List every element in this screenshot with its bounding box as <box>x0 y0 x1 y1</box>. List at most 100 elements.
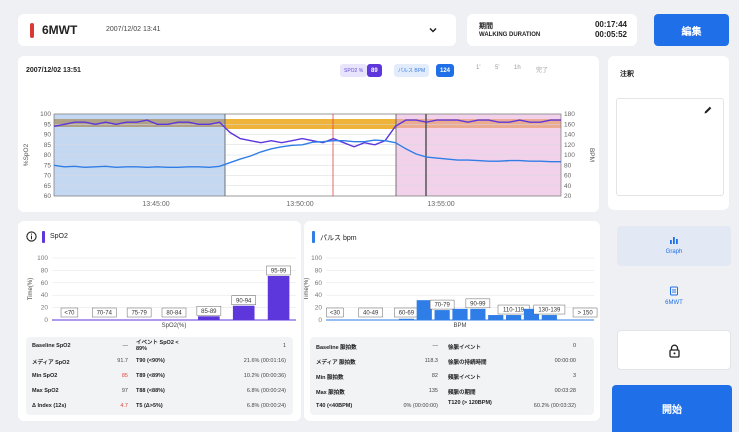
stat-value: 00:03:28 <box>554 388 576 394</box>
y-tick-label: 60 <box>44 193 52 200</box>
stat-value: 10.2% (00:00:36) <box>243 373 286 379</box>
stat-value: 118.3 <box>424 358 438 364</box>
start-button[interactable]: 開始 <box>612 385 732 432</box>
y-tick-label: 100 <box>37 255 48 262</box>
y-tick-label: 40 <box>41 292 49 299</box>
stat-label: メディア SpO2 <box>32 360 70 366</box>
y-tick-label: 100 <box>40 111 51 118</box>
bin-label: 95-99 <box>271 269 287 275</box>
pulse-stats: Baseline 脈拍数 — メディア 脈拍数 118.3 Min 脈拍数 82 Max 脈… <box>310 337 594 415</box>
bin-label: 70-79 <box>434 303 450 309</box>
y2-tick-label: 60 <box>564 173 572 180</box>
y-axis-label: %SpO2 <box>23 143 30 166</box>
bin-label: 80-84 <box>166 311 182 317</box>
histogram-bar <box>416 300 432 320</box>
bar-chart-icon <box>670 237 678 244</box>
y-axis-label: Time(%) <box>28 278 34 300</box>
list-icon <box>670 286 678 296</box>
pulse-histogram-card: パルス bpm 100 80 60 40 20 0 <30 40-49 60-69 70-79 90… <box>304 221 600 421</box>
stat-label: Max 脈拍数 <box>316 390 345 396</box>
trend-chart-card: 2007/12/02 13:51 SPO2 % 89 パルス BPM 124 1… <box>18 56 599 212</box>
stat-label: Δ Index (12s) <box>32 403 67 409</box>
histogram-bar <box>232 305 255 320</box>
bin-label: 60-69 <box>399 311 415 317</box>
y2-tick-label: 40 <box>564 183 572 190</box>
y-tick-label: 80 <box>41 267 49 274</box>
bin-label: > 150 <box>577 311 593 317</box>
stat-value: 6.8% (00:00:24) <box>246 388 286 394</box>
y-tick-label: 90 <box>44 132 52 139</box>
graph-view-button[interactable]: Graph <box>617 226 731 266</box>
histogram-bar <box>541 315 557 320</box>
y-tick-label: 75 <box>44 162 52 169</box>
stat-value: 85 <box>121 373 128 379</box>
notes-title: 注釈 <box>620 71 634 78</box>
histogram-bar <box>434 310 450 320</box>
spo2-histogram: 100 80 60 40 20 0 <70 70-74 75-79 80-84 85-89 90-94… <box>28 255 296 329</box>
spo2-stats: Baseline SpO2 — メディア SpO2 91.7 Min SpO2 85 Max… <box>26 337 293 415</box>
stat-label: T88 (<88%) <box>136 388 165 394</box>
bin-label: 85-89 <box>201 309 217 315</box>
duration-panel: 期間 WALKING DURATION 00:17:44 00:05:52 <box>467 14 637 46</box>
stat-label: T90 (<90%) <box>136 358 165 364</box>
y2-tick-label: 100 <box>564 152 575 159</box>
y-axis-label: Time(%) <box>304 278 310 300</box>
stat-value: 4.7 <box>120 403 128 409</box>
x-tick-label: 13:50:00 <box>286 201 313 208</box>
stat-value: 3 <box>572 373 576 379</box>
y-tick-label: 80 <box>44 152 52 159</box>
stat-value: 82 <box>431 373 438 379</box>
stat-label: Max SpO2 <box>32 388 59 394</box>
y-tick-label: 80 <box>315 267 323 274</box>
y-tick-label: 95 <box>44 121 52 128</box>
x-tick-label: 13:45:00 <box>142 201 169 208</box>
y-tick-label: 65 <box>44 183 52 190</box>
stat-label: イベント SpO2 < 89% <box>136 340 179 352</box>
y-tick-label: 0 <box>318 317 322 324</box>
test-title: 6MWT <box>42 23 78 37</box>
6mwt-view-button[interactable]: 6MWT <box>617 277 731 317</box>
y-tick-label: 100 <box>311 255 322 262</box>
stat-value: 00:00:00 <box>554 358 576 364</box>
lock-button[interactable] <box>617 330 731 370</box>
bin-label: <30 <box>330 311 341 317</box>
histogram-bar <box>198 316 220 320</box>
stat-label: Baseline SpO2 <box>32 343 71 349</box>
x-axis-label: BPM <box>453 323 466 329</box>
lock-icon <box>669 344 680 358</box>
pulse-histogram: 100 80 60 40 20 0 <30 40-49 60-69 70-79 90-99 110-1… <box>304 255 598 329</box>
y-tick-label: 40 <box>315 292 323 299</box>
duration-time-walking: 00:05:52 <box>594 30 627 39</box>
stat-value: 21.6% (00:01:16) <box>243 358 286 364</box>
bin-label: 40-49 <box>363 311 379 317</box>
stat-label: 頻脈の期間 <box>448 390 476 396</box>
pencil-icon[interactable] <box>703 105 713 115</box>
duration-subtitle: WALKING DURATION <box>479 32 541 38</box>
stat-value: — <box>122 343 129 349</box>
bin-label: 90-94 <box>236 298 252 304</box>
stat-label: 頻脈イベント <box>448 375 482 381</box>
histogram-bar <box>452 308 468 320</box>
bin-label: 110-119 <box>503 308 525 314</box>
stat-value: — <box>432 343 439 349</box>
stat-label: 徐脈の持続時間 <box>448 360 487 366</box>
y2-tick-label: 20 <box>564 193 572 200</box>
y-tick-label: 60 <box>315 280 323 287</box>
test-datetime: 2007/12/02 13:41 <box>106 26 161 33</box>
test-selector[interactable]: 6MWT 2007/12/02 13:41 <box>18 14 456 46</box>
baseline-threshold-band <box>54 119 225 127</box>
edit-button[interactable]: 編集 <box>654 14 729 46</box>
y2-tick-label: 120 <box>564 142 575 149</box>
y-tick-label: 20 <box>315 305 323 312</box>
stat-value: 91.7 <box>117 358 128 364</box>
y2-axis-label: BPM <box>588 148 595 162</box>
stat-label: Min SpO2 <box>32 373 58 379</box>
stat-label: T40 (<40BPM) <box>316 403 353 409</box>
stat-label: T89 (<89%) <box>136 373 165 379</box>
chevron-down-icon[interactable] <box>428 25 438 35</box>
stat-value: 97 <box>121 388 128 394</box>
y-tick-label: 60 <box>41 280 49 287</box>
stat-label: Min 脈拍数 <box>316 375 344 381</box>
6mwt-label: 6MWT <box>665 300 683 306</box>
y-tick-label: 0 <box>44 317 48 324</box>
